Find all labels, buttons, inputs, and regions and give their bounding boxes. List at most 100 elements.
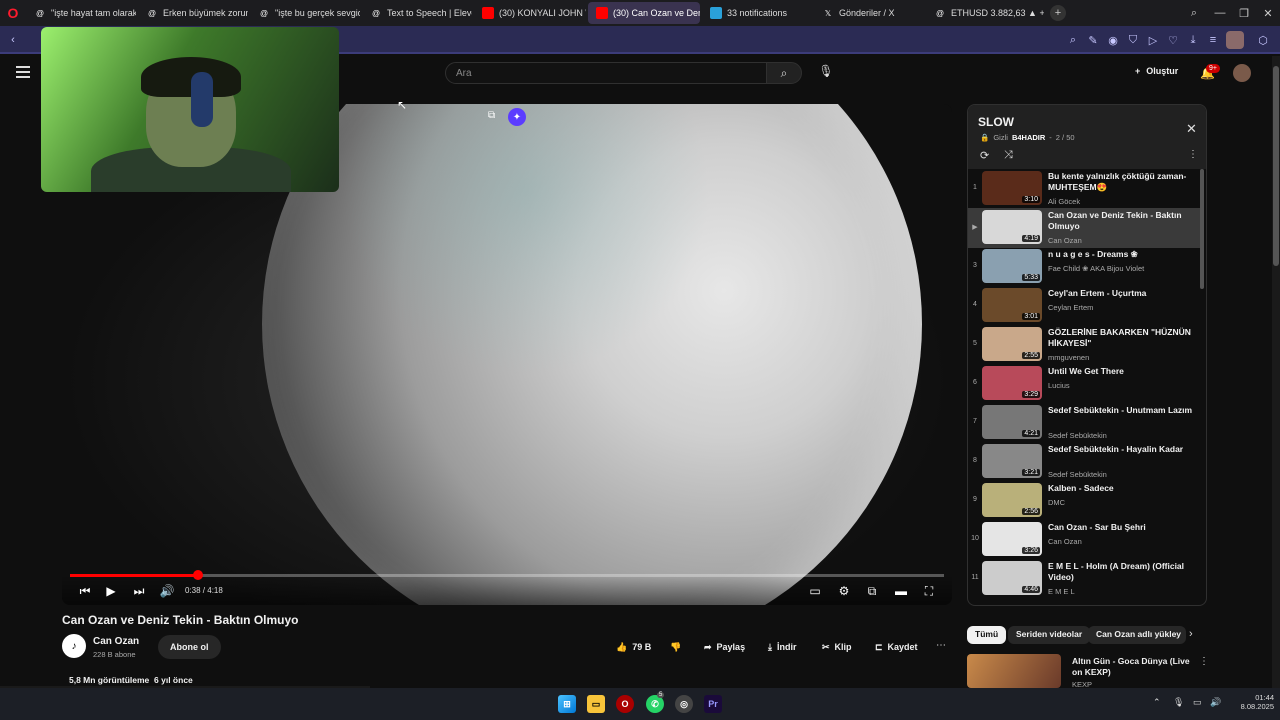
playlist-item[interactable]: 4 3:01 Ceyl'an Ertem - Uçurtma Ceylan Ertem [968, 286, 1200, 326]
telegram-icon: ➤ [710, 7, 722, 19]
playlist-item-index: ▶ [972, 224, 978, 231]
opera-logo-icon[interactable]: O [0, 0, 26, 26]
microphone-tray-icon[interactable]: 🎙 [1173, 697, 1184, 708]
share-button[interactable]: ➦ Paylaş [692, 635, 757, 659]
more-options-icon[interactable]: ⋯ [936, 640, 946, 651]
subtitles-icon[interactable]: ▭ [806, 582, 824, 600]
fullscreen-icon[interactable]: ⛶ [920, 582, 938, 600]
browser-tab[interactable]: 𝕏 Gönderiler / X [814, 2, 924, 24]
file-explorer-icon[interactable]: ▭ [587, 695, 605, 713]
playlist-scrollbar[interactable] [1200, 169, 1204, 289]
chips-next-icon[interactable]: › [1189, 628, 1193, 640]
recommended-title[interactable]: Altın Gün - Goca Dünya (Live on KEXP) [1072, 656, 1197, 678]
profile-avatar[interactable] [1226, 31, 1244, 49]
minimize-button[interactable]: — [1208, 0, 1232, 26]
playlist-header: SLOW 🔒 Gizli B4HADIR - 2 / 50 ⟳ ⤨ ✕ ⋮ [968, 105, 1206, 169]
download-button[interactable]: ⤓ İndir [756, 635, 808, 659]
playlist-item-channel: Can Ozan [1048, 537, 1082, 546]
playlist-item[interactable]: 11 4:46 E M E L - Holm (A Dream) (Official… [968, 559, 1200, 599]
play-icon[interactable]: ▷ [1146, 33, 1160, 47]
playlist-item[interactable]: 3 5:33 n u a g e s - Dreams ❀ Fae Child ❀ A… [968, 247, 1200, 287]
account-avatar[interactable] [1233, 64, 1251, 82]
theater-mode-icon[interactable]: ▬ [892, 582, 910, 600]
ai-assistant-icon[interactable]: ✦ [508, 108, 526, 126]
subscriber-count: 228 B abone [93, 650, 136, 659]
playlist-item[interactable]: 8 3:21 Sedef Sebüktekin - Hayalin Kadar Sed… [968, 442, 1200, 482]
subscribe-button[interactable]: Abone ol [158, 635, 221, 659]
camera-icon[interactable]: ◉ [1106, 33, 1120, 47]
close-window-button[interactable]: ✕ [1256, 0, 1280, 26]
recommended-more-icon[interactable]: ⋮ [1199, 656, 1209, 667]
channel-avatar[interactable]: ♪ [62, 634, 86, 658]
browser-tab[interactable]: @ Erken büyümek zorunda k [138, 2, 248, 24]
save-button[interactable]: ⊏ Kaydet [863, 635, 930, 659]
recommended-thumbnail[interactable] [967, 654, 1061, 688]
microphone-icon[interactable]: 🎙 [818, 64, 834, 82]
browser-tab[interactable]: @ "işte hayat tam olarak" [26, 2, 136, 24]
browser-tab[interactable]: @ Text to Speech | ElevenLab [362, 2, 472, 24]
page-scrollbar[interactable] [1272, 56, 1280, 688]
playlist-item[interactable]: 1 3:10 Bu kente yalnızlık çöktüğü zaman-MU… [968, 169, 1200, 209]
chip-0[interactable]: Tümü [967, 626, 1007, 644]
browser-tab[interactable]: @ ETHUSD 3.882,63 ▲ +5.45 [926, 2, 1044, 24]
volume-icon[interactable]: 🔊 [158, 582, 176, 600]
premiere-pro-icon[interactable]: Pr [704, 695, 722, 713]
playlist-owner[interactable]: B4HADIR [1012, 133, 1045, 142]
search-button[interactable]: ⌕ [766, 62, 802, 84]
webcam-overlay [41, 27, 339, 192]
playlist-item-index: 11 [971, 574, 979, 581]
playlist-item[interactable]: 7 4:21 Sedef Sebüktekin - Unutmam Lazım Sed… [968, 403, 1200, 443]
play-icon[interactable]: ▶ [102, 582, 120, 600]
back-icon[interactable]: ‹ [6, 33, 20, 47]
next-icon[interactable]: ⏭ [130, 582, 148, 600]
close-playlist-icon[interactable]: ✕ [1186, 121, 1197, 137]
playlist-more-icon[interactable]: ⋮ [1188, 149, 1198, 160]
playlist-item[interactable]: 10 3:26 Can Ozan - Sar Bu Şehri Can Ozan [968, 520, 1200, 560]
restore-button[interactable]: ❐ [1232, 0, 1256, 26]
shuffle-icon[interactable]: ⤨ [1004, 149, 1013, 162]
edit-icon[interactable]: ✎ [1086, 33, 1100, 47]
windows-start-icon[interactable]: ⊞ [558, 695, 576, 713]
mouse-cursor-icon: ↖ [397, 98, 408, 112]
clip-button[interactable]: ✂ Klip [810, 635, 864, 659]
playlist-item[interactable]: 5 2:55 GÖZLERİNE BAKARKEN "HÜZNÜN HİKAYESİ… [968, 325, 1200, 365]
tray-chevron-icon[interactable]: ⌃ [1153, 697, 1161, 708]
copy-icon[interactable]: ⧉ [488, 110, 502, 124]
browser-tab[interactable]: ▶ (30) Can Ozan ve Den [588, 2, 700, 24]
obs-icon[interactable]: ◎ [675, 695, 693, 713]
shield-icon[interactable]: ⛉ [1126, 33, 1140, 47]
create-button[interactable]: + Oluştur [1135, 66, 1178, 76]
menu-icon[interactable]: ≡ [1206, 33, 1220, 47]
like-button[interactable]: 👍 79 B [604, 635, 663, 659]
playlist-item[interactable]: ▶ 4:19 Can Ozan ve Deniz Tekin - Baktın Ol… [968, 208, 1200, 248]
search-input[interactable]: Ara [445, 62, 767, 84]
new-tab-button[interactable]: + [1050, 5, 1066, 21]
browser-tab[interactable]: @ "işte bu gerçek sevgidir" [250, 2, 360, 24]
browser-tab[interactable]: ▶ (30) KONYALI JOHN WICK [474, 2, 586, 24]
opera-taskbar-icon[interactable]: O [616, 695, 634, 713]
chip-2[interactable]: Can Ozan adlı yükley [1088, 626, 1186, 644]
search-tabs-icon[interactable]: ⌕ [1182, 0, 1206, 26]
monitor-tray-icon[interactable]: ▭ [1193, 697, 1202, 708]
playlist-item[interactable]: 9 2:56 Kalben - Sadece DMC [968, 481, 1200, 521]
dislike-button[interactable]: 👎 [658, 635, 693, 659]
heart-icon[interactable]: ♡ [1166, 33, 1180, 47]
previous-icon[interactable]: ⏮ [76, 582, 94, 600]
loop-icon[interactable]: ⟳ [980, 149, 989, 162]
hamburger-menu-icon[interactable] [16, 66, 30, 78]
plus-icon: + [1135, 66, 1141, 76]
browser-tab[interactable]: ➤ 33 notifications [702, 2, 812, 24]
chip-1[interactable]: Seriden videolar [1008, 626, 1091, 644]
progress-track[interactable] [70, 570, 944, 580]
channel-name[interactable]: Can Ozan [93, 636, 139, 647]
extensions-icon[interactable]: ⬡ [1256, 33, 1270, 47]
clock[interactable]: 01:44 8.08.2025 [1230, 693, 1274, 711]
search-icon[interactable]: ⌕ [1066, 33, 1080, 47]
download-icon[interactable]: ⤓ [1186, 33, 1200, 47]
settings-gear-icon[interactable]: ⚙ [835, 582, 853, 600]
playlist-item-title: Sedef Sebüktekin - Hayalin Kadar [1048, 444, 1184, 454]
playlist-item[interactable]: 6 3:29 Until We Get There Lucius [968, 364, 1200, 404]
speaker-tray-icon[interactable]: 🔊 [1210, 697, 1221, 708]
miniplayer-icon[interactable]: ⧉ [863, 582, 881, 600]
playlist-title[interactable]: SLOW [978, 115, 1014, 129]
